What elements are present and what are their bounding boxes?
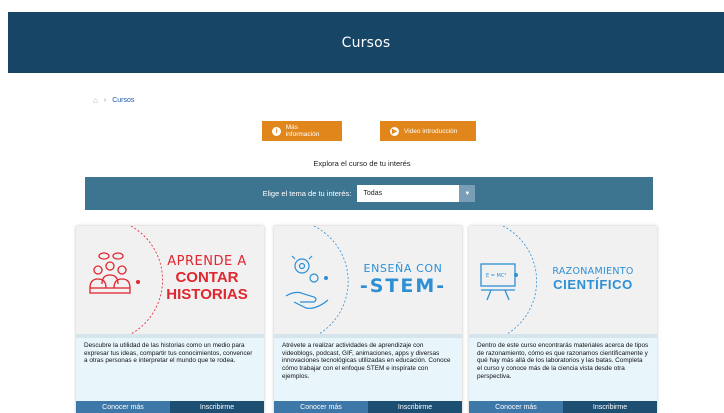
breadcrumb: ⌂ › Cursos [93,96,134,105]
learn-more-button[interactable]: Conocer más [274,401,368,413]
breadcrumb-current[interactable]: Cursos [112,97,134,104]
chevron-down-icon[interactable]: ▼ [459,185,476,202]
course-description: Dentro de este curso encontrarás materia… [469,338,657,401]
topic-filter-bar: Elige el tema de tu interés: Todas ▼ [85,177,653,210]
course-image-razonamiento: E = MC² RAZONAMIENTO CIENTÍFICO [469,226,657,334]
filter-label: Elige el tema de tu interés: [262,189,352,198]
card-actions: Conocer más Inscribirme [469,401,657,413]
card-actions: Conocer más Inscribirme [76,401,264,413]
course-title-razonamiento: RAZONAMIENTO CIENTÍFICO [552,266,634,292]
explore-heading: Explora el curso de tu interés [313,159,411,168]
blackboard-icon [480,263,516,301]
enroll-button[interactable]: Inscribirme [563,401,657,413]
more-info-label: Más información [285,124,320,138]
info-icon: i [272,126,281,136]
course-image-stem: ENSEÑA CON -STEM- [274,226,462,334]
learn-more-button[interactable]: Conocer más [469,401,563,413]
page-title: Cursos [341,34,391,51]
more-info-button[interactable]: i Más información [262,121,342,141]
action-buttons: i Más información ▶ Video introducción [0,121,724,141]
gear-hand-icon [285,255,329,309]
course-card-stem: ENSEÑA CON -STEM- Atrévete a realizar ac… [274,226,462,413]
intro-video-label: Video introducción [404,127,458,135]
home-icon[interactable]: ⌂ [93,96,98,105]
course-title-historias: APRENDE A CONTAR HISTORIAS [166,254,248,303]
enroll-button[interactable]: Inscribirme [170,401,264,413]
topic-select-value: Todas [363,190,383,197]
course-image-historias: APRENDE A CONTAR HISTORIAS [76,226,264,334]
play-icon: ▶ [390,126,399,136]
board-formula: E = MC² [486,273,506,279]
page-header: Cursos [8,12,724,73]
course-description: Descubre la utilidad de las historias co… [76,338,264,401]
card-actions: Conocer más Inscribirme [274,401,462,413]
intro-video-button[interactable]: ▶ Video introducción [380,121,476,141]
course-card-razonamiento: E = MC² RAZONAMIENTO CIENTÍFICO Dentro d… [469,226,657,413]
people-icon [89,252,131,294]
course-description: Atrévete a realizar actividades de apren… [274,338,462,401]
enroll-button[interactable]: Inscribirme [368,401,462,413]
course-title-stem: ENSEÑA CON -STEM- [359,262,447,297]
topic-select[interactable]: Todas ▼ [357,185,476,202]
course-card-historias: APRENDE A CONTAR HISTORIAS Descubre la u… [76,226,264,413]
chevron-right-icon: › [103,97,107,104]
learn-more-button[interactable]: Conocer más [76,401,170,413]
